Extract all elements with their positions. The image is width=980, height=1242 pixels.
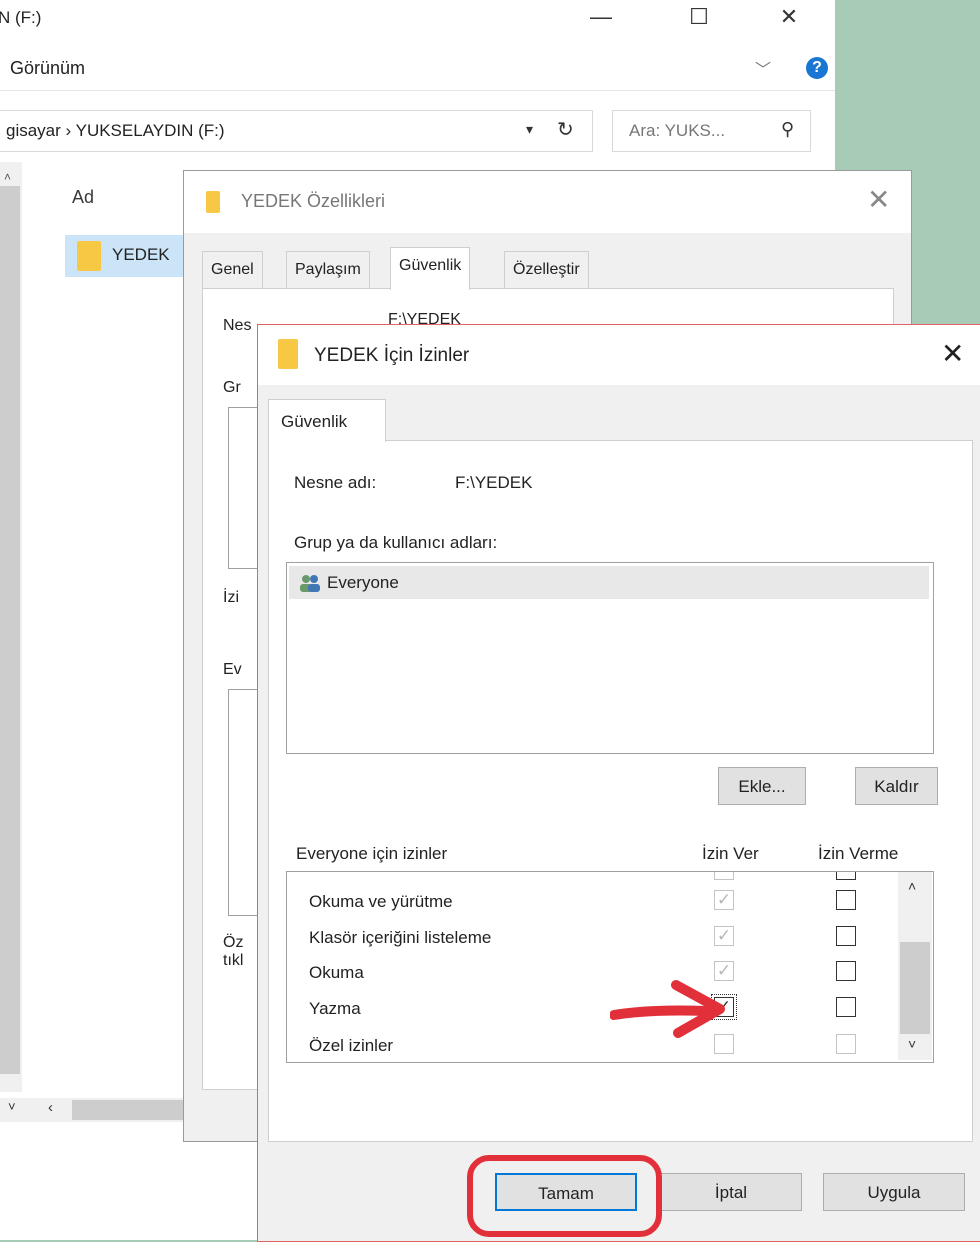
ribbon-expand-chevron-icon[interactable]: ﹀: [755, 56, 771, 80]
close-icon[interactable]: ✕: [941, 337, 964, 370]
folder-icon: [77, 241, 101, 271]
scroll-left-icon[interactable]: ‹: [48, 1099, 53, 1116]
explorer-title: N (F:): [0, 8, 42, 27]
column-header-name[interactable]: Ad: [72, 187, 94, 208]
nav-scrollbar[interactable]: ˄: [0, 162, 22, 1092]
permission-name: Özel izinler: [309, 1036, 394, 1055]
permissions-header: Everyone için izinler: [296, 844, 448, 863]
permissions-dialog: YEDEK İçin İzinler ✕ Güvenlik Nesne adı:…: [257, 324, 980, 1242]
scroll-up-icon[interactable]: ˄: [4, 170, 11, 184]
search-icon[interactable]: ⚲: [781, 119, 794, 140]
close-icon[interactable]: ✕: [867, 183, 890, 216]
address-bar[interactable]: gisayar › YUKSELAYDIN (F:) ▾ ↻: [0, 110, 593, 152]
chevron-down-icon[interactable]: ˅: [908, 1036, 916, 1052]
tab-view[interactable]: Görünüm: [10, 58, 85, 79]
red-circle-annotation: [467, 1155, 662, 1237]
search-input[interactable]: Ara: YUKS...: [629, 121, 725, 141]
object-name-value: F:\YEDEK: [455, 473, 533, 492]
permission-name: Okuma: [309, 963, 364, 982]
users-icon: [300, 575, 320, 592]
user-name: Everyone: [327, 573, 399, 592]
red-arrow-annotation: [610, 980, 725, 1038]
help-icon[interactable]: ?: [806, 57, 828, 79]
explorer-titlebar: N (F:) — ☐ ✕: [0, 0, 835, 38]
add-button[interactable]: Ekle...: [718, 767, 806, 805]
permission-name: Yazma: [309, 999, 361, 1018]
refresh-icon[interactable]: ↻: [557, 117, 574, 142]
scrollbar-thumb[interactable]: [0, 186, 20, 1074]
deny-checkbox: [836, 1034, 856, 1054]
remove-button[interactable]: Kaldır: [855, 767, 938, 805]
advanced-hint: Öz: [223, 934, 244, 951]
tab-security[interactable]: Güvenlik: [390, 247, 471, 290]
tab-sharing[interactable]: Paylaşım: [286, 251, 370, 288]
scrollbar-thumb[interactable]: [72, 1100, 184, 1120]
apply-button[interactable]: Uygula: [823, 1173, 965, 1211]
deny-checkbox[interactable]: [836, 872, 856, 880]
deny-checkbox[interactable]: [836, 961, 856, 981]
allow-checkbox: ✓: [714, 890, 734, 910]
maximize-icon[interactable]: ☐: [676, 2, 722, 34]
permissions-scrollbar[interactable]: ˄ ˅: [898, 872, 932, 1060]
search-box[interactable]: Ara: YUKS... ⚲: [612, 110, 811, 152]
close-icon[interactable]: ✕: [766, 2, 812, 34]
edit-hint: İzi: [223, 589, 239, 606]
deny-checkbox[interactable]: [836, 890, 856, 910]
chevron-up-icon[interactable]: ˄: [908, 878, 916, 894]
dialog-title: YEDEK Özellikleri: [241, 191, 386, 211]
tab-security[interactable]: Güvenlik: [268, 399, 386, 442]
folder-icon: [278, 339, 298, 369]
object-name-label: Nesne adı:: [294, 473, 377, 492]
permissions-titlebar: YEDEK İçin İzinler ✕: [258, 325, 980, 385]
tab-general[interactable]: Genel: [202, 251, 263, 288]
deny-checkbox[interactable]: [836, 926, 856, 946]
chevron-down-icon[interactable]: ▾: [526, 121, 533, 138]
list-item[interactable]: Everyone: [289, 566, 929, 599]
breadcrumb[interactable]: gisayar › YUKSELAYDIN (F:): [6, 121, 225, 141]
allow-checkbox: ✓: [714, 926, 734, 946]
file-name: YEDEK: [112, 245, 170, 264]
advanced-hint-2: tıkl: [223, 952, 244, 969]
ribbon: Görünüm: [0, 38, 835, 91]
object-name-label: Nes: [223, 317, 252, 334]
group-label: Grup ya da kullanıcı adları:: [294, 533, 498, 552]
permissions-label: Ev: [223, 661, 242, 678]
group-label: Gr: [223, 379, 241, 396]
dialog-title: YEDEK İçin İzinler: [314, 345, 470, 366]
scrollbar-thumb[interactable]: [900, 942, 930, 1034]
folder-icon: [206, 191, 220, 213]
permission-name: Klasör içeriğini listeleme: [309, 928, 492, 947]
permission-name: Okuma ve yürütme: [309, 892, 453, 911]
allow-checkbox: [714, 872, 734, 880]
properties-titlebar: YEDEK Özellikleri ✕: [184, 171, 911, 233]
chevron-down-icon[interactable]: ˅: [8, 1099, 16, 1114]
deny-checkbox[interactable]: [836, 997, 856, 1017]
minimize-icon[interactable]: —: [578, 2, 624, 34]
tab-customize[interactable]: Özelleştir: [504, 251, 589, 288]
cancel-button[interactable]: İptal: [660, 1173, 802, 1211]
list-item[interactable]: YEDEK: [65, 235, 190, 277]
deny-header: İzin Verme: [818, 844, 899, 863]
allow-header: İzin Ver: [702, 844, 759, 863]
users-list[interactable]: Everyone: [286, 562, 934, 754]
